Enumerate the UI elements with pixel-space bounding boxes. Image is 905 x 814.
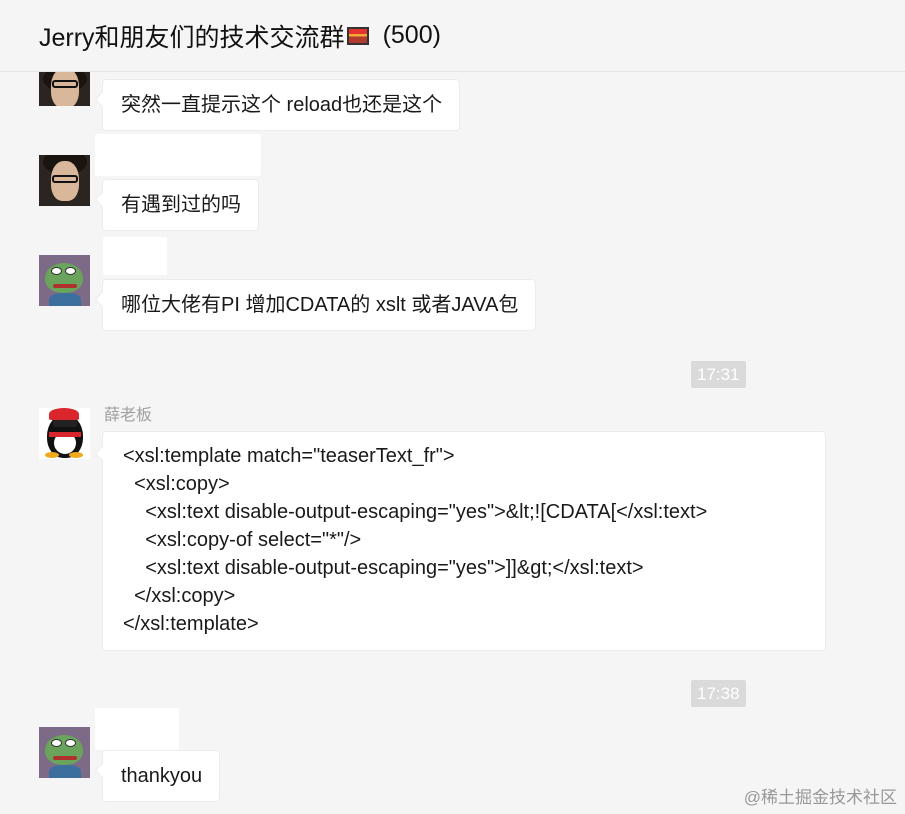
message-text: 有遇到过的吗 <box>121 194 241 216</box>
avatar[interactable] <box>39 72 90 106</box>
message-bubble[interactable]: 突然一直提示这个 reload也还是这个 <box>102 79 461 131</box>
sender-name-box <box>95 134 261 176</box>
sender-name-box <box>95 708 179 750</box>
message-bubble[interactable]: 有遇到过的吗 <box>102 179 259 231</box>
message-text: 哪位大佬有PI 增加CDATA的 xslt 或者JAVA包 <box>121 294 519 316</box>
code-line: <xsl:text disable-output-escaping="yes">… <box>123 557 644 579</box>
code-message-bubble[interactable]: <xsl:template match="teaserText_fr"> <xs… <box>102 431 826 651</box>
code-line: </xsl:template> <box>123 613 259 635</box>
timestamp: 17:38 <box>691 680 746 707</box>
code-line: <xsl:copy> <box>123 473 230 495</box>
code-line: <xsl:copy-of select="*"/> <box>123 529 362 551</box>
message-bubble[interactable]: 哪位大佬有PI 增加CDATA的 xslt 或者JAVA包 <box>102 279 537 331</box>
avatar[interactable] <box>39 155 90 206</box>
code-line: <xsl:template match="teaserText_fr"> <box>123 445 455 467</box>
group-title[interactable]: Jerry和朋友们的技术交流群 <box>39 18 345 54</box>
watermark: @稀土掘金技术社区 <box>743 788 897 807</box>
chat-header: Jerry和朋友们的技术交流群 (500) <box>0 0 905 72</box>
sender-name: 薛老板 <box>104 407 153 424</box>
message-bubble[interactable]: thankyou <box>102 750 221 802</box>
avatar[interactable] <box>39 727 90 778</box>
code-line: <xsl:text disable-output-escaping="yes">… <box>123 501 708 523</box>
avatar[interactable] <box>39 408 90 459</box>
message-text: 突然一直提示这个 reload也还是这个 <box>121 94 443 116</box>
sender-name-box <box>103 237 167 275</box>
timestamp: 17:31 <box>691 361 746 388</box>
avatar[interactable] <box>39 255 90 306</box>
code-line: </xsl:copy> <box>123 585 236 607</box>
sunset-emoji-icon <box>346 26 369 45</box>
message-text: thankyou <box>121 765 203 787</box>
member-count: (500) <box>382 21 441 49</box>
